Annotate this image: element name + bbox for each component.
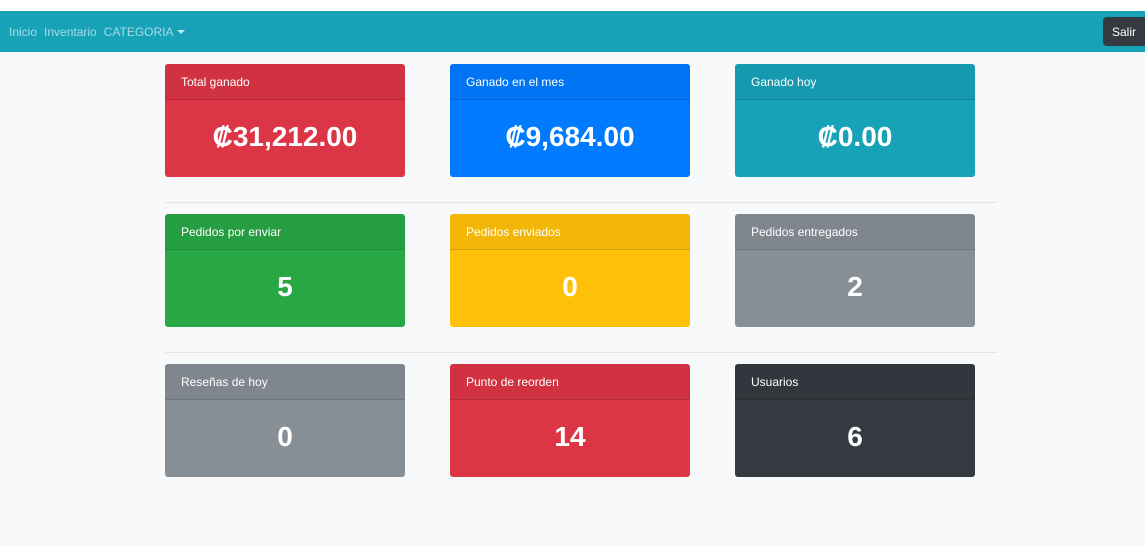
card-value: 2 [847,270,863,302]
card-resenas-hoy: Reseñas de hoy 0 [165,364,405,477]
card-value: ₡0.00 [817,120,893,152]
card-title: Usuarios [735,364,975,400]
card-value: 0 [562,270,578,302]
nav-link-inventario[interactable]: Inventario [44,25,97,39]
card-value: 14 [554,420,586,452]
nav-dropdown-categoria[interactable]: CATEGORIA [104,25,185,39]
card-pedidos-por-enviar: Pedidos por enviar 5 [165,214,405,327]
card-title: Pedidos por enviar [165,214,405,250]
card-title: Pedidos entregados [735,214,975,250]
card-punto-reorden: Punto de reorden 14 [450,364,690,477]
navbar: Inicio Inventario CATEGORIA Salir [0,11,1145,52]
row-divider [165,202,997,203]
card-title: Pedidos enviados [450,214,690,250]
card-value: 6 [847,420,863,452]
card-value: 5 [277,270,293,302]
card-title: Total ganado [165,64,405,100]
nav-dropdown-categoria-label: CATEGORIA [103,24,174,39]
card-pedidos-entregados: Pedidos entregados 2 [735,214,975,327]
card-usuarios: Usuarios 6 [735,364,975,477]
card-title: Reseñas de hoy [165,364,405,400]
card-title: Ganado hoy [735,64,975,100]
card-ganado-hoy: Ganado hoy ₡0.00 [735,64,975,177]
logout-button[interactable]: Salir [1103,17,1145,46]
card-value: ₡9,684.00 [505,120,635,152]
caret-down-icon [176,30,185,35]
card-ganado-mes: Ganado en el mes ₡9,684.00 [450,64,690,177]
card-title: Punto de reorden [450,364,690,400]
card-title: Ganado en el mes [450,64,690,100]
row-divider [165,352,997,353]
card-value: ₡31,212.00 [212,120,358,152]
card-value: 0 [277,420,293,452]
card-total-ganado: Total ganado ₡31,212.00 [165,64,405,177]
card-pedidos-enviados: Pedidos enviados 0 [450,214,690,327]
top-strip [0,0,1145,11]
nav-link-inicio[interactable]: Inicio [9,25,37,39]
